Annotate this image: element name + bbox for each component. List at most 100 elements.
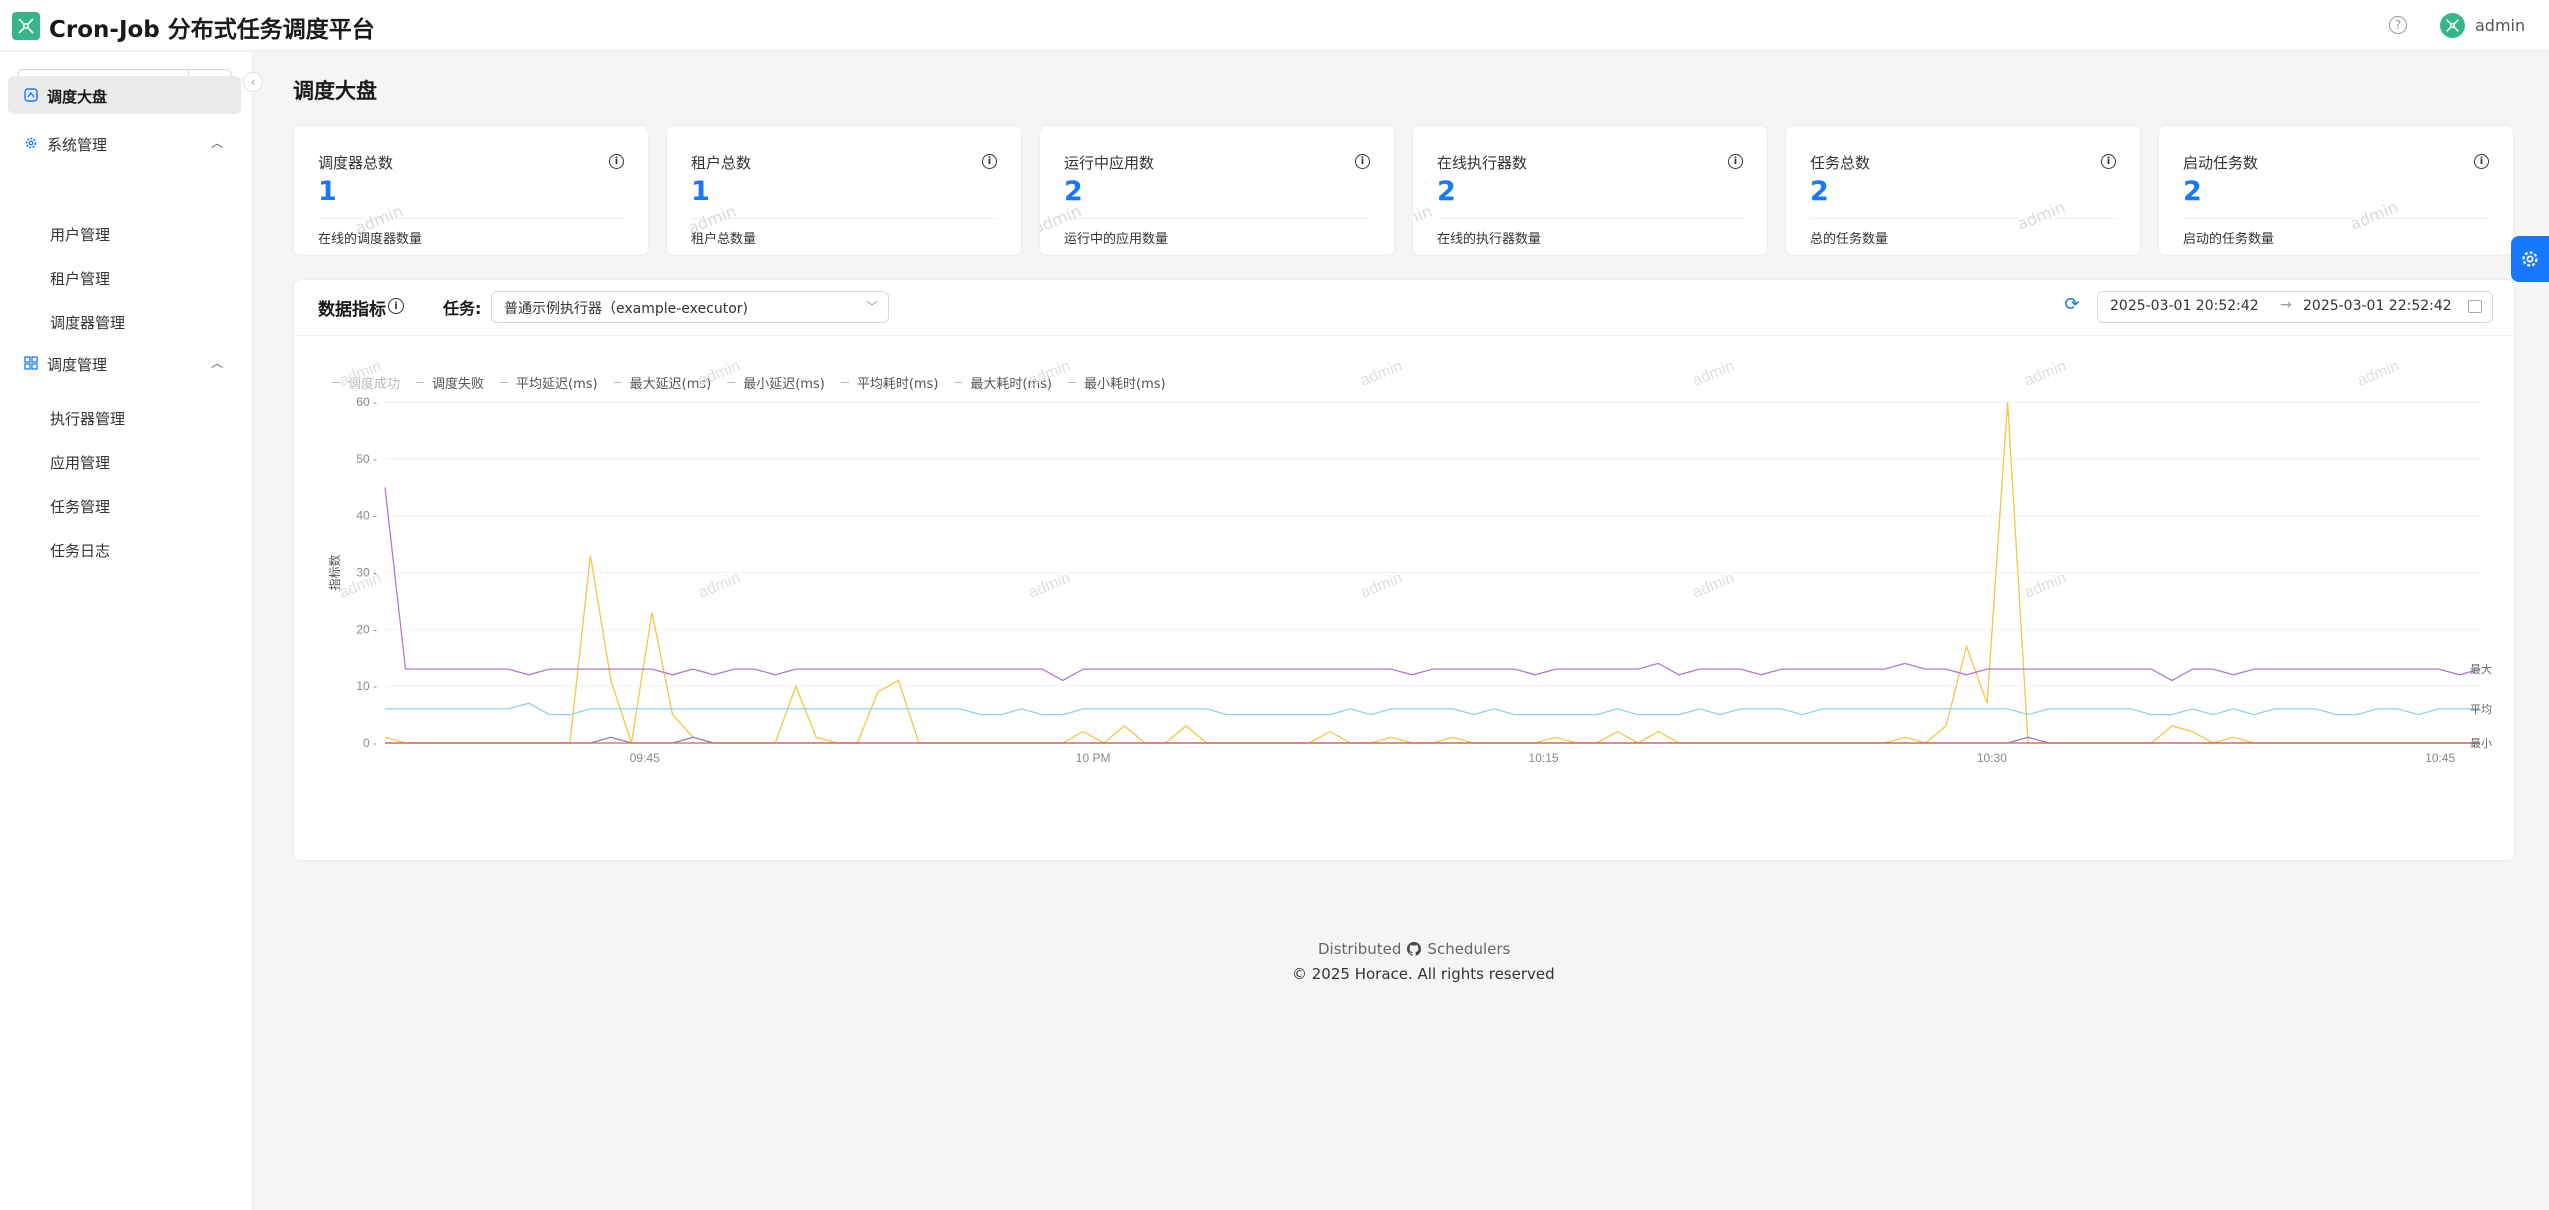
stat-title: 任务总数 bbox=[1810, 154, 1871, 172]
app-title: Cron-Job 分布式任务调度平台 bbox=[49, 17, 375, 43]
footer-brand: Distributed Schedulers bbox=[1318, 940, 1510, 958]
series-line bbox=[385, 702, 2480, 716]
watermark: admin bbox=[1358, 570, 1405, 602]
date-start[interactable]: 2025-03-01 20:52:42 bbox=[2110, 298, 2259, 314]
watermark: admin bbox=[1412, 201, 1435, 238]
stat-title: 启动任务数 bbox=[2183, 154, 2259, 172]
x-tick-label: 10 PM bbox=[1076, 751, 1111, 765]
watermark: admin bbox=[696, 358, 743, 390]
y-tick-label: 20 - bbox=[356, 622, 377, 636]
watermark: admin bbox=[696, 570, 743, 602]
stat-value: 2 bbox=[2183, 176, 2202, 207]
watermark: admin bbox=[1026, 358, 1073, 390]
y-tick-label: 40 - bbox=[356, 509, 377, 523]
x-tick-label: 10:45 bbox=[2425, 751, 2455, 765]
sidebar-item-tenants[interactable]: 租户管理 bbox=[50, 268, 110, 289]
info-icon[interactable]: i bbox=[2474, 154, 2489, 169]
page-title: 调度大盘 bbox=[293, 79, 377, 103]
y-tick-label: 10 - bbox=[356, 679, 377, 693]
sidebar-item-label: 调度大盘 bbox=[47, 88, 108, 106]
calendar-icon bbox=[2468, 300, 2482, 313]
divider bbox=[1064, 218, 1370, 219]
x-tick-label: 10:30 bbox=[1977, 751, 2007, 765]
divider bbox=[2183, 218, 2489, 219]
info-icon[interactable]: i bbox=[1355, 154, 1370, 169]
copyright: © 2025 Horace. All rights reserved bbox=[1292, 965, 1555, 983]
series-end-label: 最小 bbox=[2470, 737, 2492, 750]
footer-text: Schedulers bbox=[1427, 940, 1511, 958]
watermark: admin bbox=[2014, 197, 2068, 234]
y-tick-label: 60 - bbox=[356, 395, 377, 409]
stat-card: 在线执行器数 i 2 在线的执行器数量 admin bbox=[1412, 125, 1768, 256]
user-name[interactable]: admin bbox=[2475, 16, 2525, 35]
stat-title: 租户总数 bbox=[691, 154, 752, 172]
watermark: admin bbox=[2355, 358, 2402, 390]
watermark: admin bbox=[337, 358, 384, 390]
collapse-sidebar-button[interactable]: ‹ bbox=[243, 72, 263, 92]
sidebar-item-scheduling[interactable]: 调度管理 ︿ bbox=[8, 344, 241, 382]
task-select[interactable]: 普通示例执行器（example-executor) ﹀ bbox=[491, 291, 889, 323]
x-tick-label: 10:15 bbox=[1529, 751, 1559, 765]
stat-value: 2 bbox=[1810, 176, 1829, 207]
watermark: admin bbox=[1690, 358, 1737, 390]
sidebar-item-apps[interactable]: 应用管理 bbox=[50, 452, 110, 473]
sidebar-item-system[interactable]: 系统管理 ︿ bbox=[8, 124, 241, 162]
watermark: admin bbox=[2347, 197, 2401, 234]
sidebar-item-users[interactable]: 用户管理 bbox=[50, 224, 110, 245]
info-icon[interactable]: i bbox=[982, 154, 997, 169]
app-logo-icon bbox=[12, 12, 40, 40]
y-tick-label: 0 - bbox=[363, 736, 377, 750]
stat-desc: 租户总数量 bbox=[691, 232, 757, 247]
date-end[interactable]: 2025-03-01 22:52:42 bbox=[2303, 298, 2452, 314]
sidebar-item-dashboard[interactable]: 调度大盘 bbox=[8, 76, 241, 114]
task-select-value: 普通示例执行器（example-executor) bbox=[504, 301, 748, 317]
stat-card: 租户总数 i 1 租户总数量 admin bbox=[666, 125, 1022, 256]
stat-value: 2 bbox=[1437, 176, 1456, 207]
refresh-icon[interactable]: ⟳ bbox=[2062, 294, 2082, 315]
sidebar-item-executors[interactable]: 执行器管理 bbox=[50, 408, 125, 429]
stat-desc: 启动的任务数量 bbox=[2183, 232, 2275, 247]
stat-card: 运行中应用数 i 2 运行中的应用数量 admin bbox=[1039, 125, 1395, 256]
stat-title: 运行中应用数 bbox=[1064, 154, 1155, 172]
gear-icon bbox=[2522, 251, 2538, 267]
stat-title: 调度器总数 bbox=[318, 154, 394, 172]
sidebar-item-label: 调度管理 bbox=[47, 356, 108, 374]
metrics-title: 数据指标 bbox=[318, 300, 386, 320]
avatar[interactable] bbox=[2440, 13, 2465, 38]
watermark: admin bbox=[2022, 358, 2069, 390]
task-label: 任务: bbox=[443, 299, 482, 318]
sidebar-item-schedulers[interactable]: 调度器管理 bbox=[50, 312, 125, 333]
info-icon[interactable]: i bbox=[2101, 154, 2116, 169]
footer-text: Distributed bbox=[1318, 940, 1402, 958]
chevron-down-icon: ﹀ bbox=[865, 300, 878, 314]
top-header: Cron-Job 分布式任务调度平台 ? admin bbox=[0, 0, 2549, 51]
info-icon[interactable]: i bbox=[388, 298, 404, 314]
chevron-up-icon: ︿ bbox=[210, 136, 223, 150]
stat-card: 启动任务数 i 2 启动的任务数量 admin bbox=[2158, 125, 2514, 256]
github-icon[interactable] bbox=[1407, 942, 1422, 956]
stat-desc: 在线的调度器数量 bbox=[318, 232, 423, 247]
settings-float-button[interactable] bbox=[2511, 236, 2549, 282]
sidebar-item-tasks[interactable]: 任务管理 bbox=[50, 496, 110, 517]
info-icon[interactable]: i bbox=[1728, 154, 1743, 169]
date-range-picker[interactable]: 2025-03-01 20:52:42 → 2025-03-01 22:52:4… bbox=[2097, 291, 2493, 323]
sidebar-item-task-logs[interactable]: 任务日志 bbox=[50, 540, 110, 561]
series-end-label: 平均 bbox=[2470, 703, 2492, 716]
sidebar: 调度大盘 系统管理 ︿ 用户管理 租户管理 调度器管理 调度管理 ︿ 执行器管理… bbox=[0, 52, 253, 1210]
stat-title: 在线执行器数 bbox=[1437, 154, 1528, 172]
watermark: admin bbox=[1358, 358, 1405, 390]
metrics-toolbar: 数据指标 i 任务: 普通示例执行器（example-executor) ﹀ ⟳… bbox=[294, 280, 2514, 336]
divider bbox=[1437, 218, 1743, 219]
watermark: admin bbox=[1026, 570, 1073, 602]
metrics-panel: 数据指标 i 任务: 普通示例执行器（example-executor) ﹀ ⟳… bbox=[293, 279, 2515, 861]
stat-desc: 在线的执行器数量 bbox=[1437, 232, 1542, 247]
dashboard-icon bbox=[24, 88, 38, 102]
y-tick-label: 50 - bbox=[356, 452, 377, 466]
gear-icon bbox=[25, 137, 37, 149]
info-icon[interactable]: i bbox=[609, 154, 624, 169]
help-icon[interactable]: ? bbox=[2389, 16, 2407, 34]
series-end-label: 最大 bbox=[2470, 662, 2492, 676]
grid-icon bbox=[24, 356, 38, 370]
arrow-right-icon: → bbox=[2280, 297, 2292, 313]
stat-desc: 总的任务数量 bbox=[1810, 232, 1889, 247]
